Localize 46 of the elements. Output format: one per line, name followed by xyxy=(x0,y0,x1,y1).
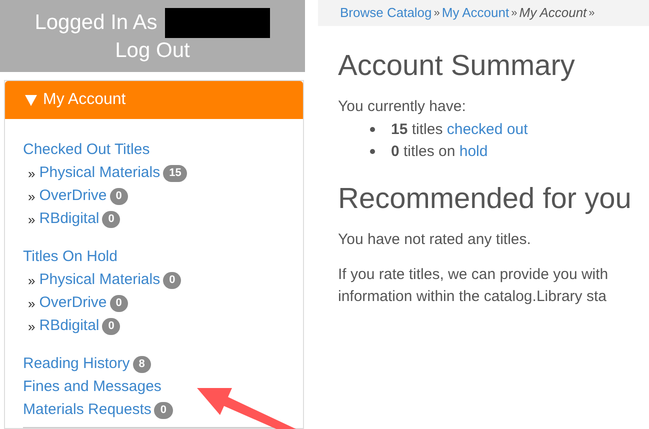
count-badge: 0 xyxy=(102,318,120,335)
submenu-link[interactable]: OverDrive xyxy=(39,292,107,315)
chevron-marker: » xyxy=(28,272,36,290)
breadcrumb-link[interactable]: My Account xyxy=(442,3,510,23)
section-heading: Account Summary xyxy=(338,49,576,84)
bullet-icon xyxy=(370,127,375,132)
chevron-marker: » xyxy=(28,318,36,336)
summary-item: 15 titles checked out xyxy=(391,120,528,140)
submenu-link[interactable]: Physical Materials xyxy=(39,269,160,292)
intro-text: You currently have: xyxy=(338,97,467,118)
chevron-marker: » xyxy=(28,210,36,229)
breadcrumb-separator: » xyxy=(588,6,595,21)
count-badge: 8 xyxy=(132,356,151,373)
login-label: Logged In As xyxy=(34,10,158,36)
breadcrumb-separator: » xyxy=(434,6,440,21)
menu-link[interactable]: Materials Requests xyxy=(23,399,152,422)
paragraph: If you rate titles, we can provide you with information within the catalog.Library sta xyxy=(338,264,610,306)
submenu-link[interactable]: RBdigital xyxy=(39,315,100,338)
chevron-marker: » xyxy=(28,294,36,313)
summary-link[interactable]: hold xyxy=(459,142,488,160)
count-badge: 0 xyxy=(163,272,182,289)
section-heading: Recommended for you xyxy=(338,182,632,217)
count-badge: 0 xyxy=(110,295,128,312)
count-badge: 0 xyxy=(102,211,120,228)
chevron-marker: » xyxy=(28,164,36,183)
menu-link[interactable]: Reading History xyxy=(23,353,130,376)
menu-link[interactable]: Fines and Messages xyxy=(23,376,162,399)
count-badge: 0 xyxy=(154,402,173,419)
submenu-link[interactable]: OverDrive xyxy=(39,185,107,208)
breadcrumb-current[interactable]: My Account xyxy=(519,3,587,23)
summary-item: 0 titles on hold xyxy=(391,142,488,162)
menu-link[interactable]: Titles On Hold xyxy=(23,246,118,269)
menu-link[interactable]: Checked Out Titles xyxy=(23,139,150,162)
count-badge: 15 xyxy=(163,165,188,182)
breadcrumb-separator: » xyxy=(511,6,518,21)
logout-link[interactable]: Log Out xyxy=(115,38,190,64)
panel-header[interactable]: My Account xyxy=(5,81,303,119)
submenu-link[interactable]: RBdigital xyxy=(39,208,100,231)
count-badge: 0 xyxy=(110,188,128,205)
note-text: You have not rated any titles. xyxy=(338,230,532,250)
panel-title: My Account xyxy=(43,90,126,110)
submenu-link[interactable]: Physical Materials xyxy=(39,162,160,185)
chevron-marker: » xyxy=(28,188,36,206)
bullet-icon xyxy=(370,149,375,154)
breadcrumb-link[interactable]: Browse Catalog xyxy=(340,3,432,23)
summary-link[interactable]: checked out xyxy=(446,120,528,138)
